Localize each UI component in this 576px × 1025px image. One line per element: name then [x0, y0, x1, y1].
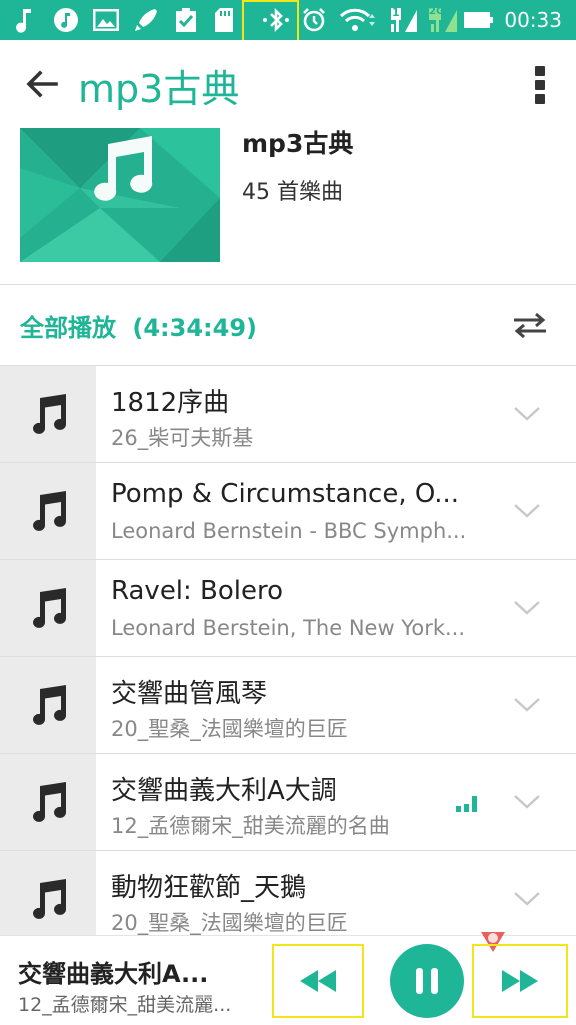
song-artist: Leonard Berstein, The New York... — [111, 616, 466, 640]
song-thumbnail — [0, 366, 96, 462]
now-playing-title: 交響曲義大利A... — [18, 960, 209, 988]
highlight-box — [472, 944, 568, 1018]
song-thumbnail — [0, 754, 96, 850]
more-options-icon[interactable] — [530, 64, 550, 104]
song-artist: 26_柴可夫斯基 — [111, 426, 254, 450]
sim1-badge: 1 — [392, 6, 400, 19]
divider — [0, 284, 576, 285]
chevron-down-icon[interactable] — [512, 695, 542, 715]
app-bar: mp3古典 — [0, 40, 576, 128]
song-title: 交響曲管風琴 — [111, 679, 268, 709]
music-note-icon — [33, 782, 67, 822]
chevron-down-icon[interactable] — [512, 404, 542, 424]
chevron-down-icon[interactable] — [512, 792, 542, 812]
battery-icon — [462, 6, 496, 34]
song-row[interactable]: Ravel: Bolero Leonard Berstein, The New … — [0, 560, 576, 657]
song-title: 交響曲義大利A大調 — [111, 776, 337, 806]
chevron-down-icon[interactable] — [512, 501, 542, 521]
signal-icon: 2G — [426, 6, 460, 34]
pause-icon — [416, 968, 438, 994]
chevron-down-icon[interactable] — [512, 889, 542, 909]
wifi-icon — [338, 6, 378, 34]
pause-button[interactable] — [390, 944, 464, 1018]
play-all-duration: (4:34:49) — [132, 314, 257, 342]
song-title: Ravel: Bolero — [111, 576, 284, 606]
music-note-icon — [33, 394, 67, 434]
song-thumbnail — [0, 657, 96, 753]
song-title: Pomp & Circumstance, O... — [111, 479, 460, 509]
song-artist: Leonard Bernstein - BBC Symph... — [111, 519, 467, 543]
song-thumbnail — [0, 851, 96, 947]
song-thumbnail — [0, 560, 96, 656]
now-playing-artist: 12_孟德爾宋_甜美流麗... — [18, 994, 232, 1016]
music-note-icon — [12, 6, 38, 34]
sd-card-icon — [212, 6, 236, 34]
song-row[interactable]: Pomp & Circumstance, O... Leonard Bernst… — [0, 463, 576, 560]
song-row[interactable]: 交響曲義大利A大調 12_孟德爾宋_甜美流麗的名曲 — [0, 754, 576, 851]
now-playing-equalizer-icon — [456, 790, 480, 812]
signal-icon: 1 — [386, 6, 420, 34]
song-row[interactable]: 1812序曲 26_柴可夫斯基 — [0, 366, 576, 463]
rocket-icon — [132, 6, 160, 34]
image-icon — [92, 6, 120, 34]
clipboard-check-icon — [172, 6, 200, 34]
shuffle-icon[interactable] — [512, 310, 548, 340]
chevron-down-icon[interactable] — [512, 598, 542, 618]
back-button[interactable] — [22, 64, 62, 104]
play-all-label: 全部播放 — [20, 314, 116, 342]
music-note-icon — [33, 879, 67, 919]
music-note-icon — [33, 491, 67, 531]
song-thumbnail — [0, 463, 96, 559]
album-title: mp3古典 — [242, 129, 354, 158]
song-artist: 20_聖桑_法國樂壇的巨匠 — [111, 911, 348, 935]
song-artist: 20_聖桑_法國樂壇的巨匠 — [111, 717, 348, 741]
music-app-icon — [52, 6, 80, 34]
song-artist: 12_孟德爾宋_甜美流麗的名曲 — [111, 814, 390, 838]
song-row[interactable]: 交響曲管風琴 20_聖桑_法國樂壇的巨匠 — [0, 657, 576, 754]
song-title: 1812序曲 — [111, 388, 230, 418]
alarm-icon — [300, 6, 328, 34]
sim2-badge: 2G — [429, 6, 445, 17]
highlight-box — [272, 944, 364, 1018]
play-all-button[interactable]: 全部播放 (4:34:49) — [20, 308, 257, 343]
album-art — [20, 128, 220, 262]
page-title: mp3古典 — [78, 67, 240, 111]
music-note-icon — [33, 685, 67, 725]
song-title: 動物狂歡節_天鵝 — [111, 873, 307, 903]
album-track-count: 45 首樂曲 — [242, 180, 343, 205]
music-note-icon — [33, 588, 67, 628]
status-time: 00:33 — [504, 8, 562, 32]
